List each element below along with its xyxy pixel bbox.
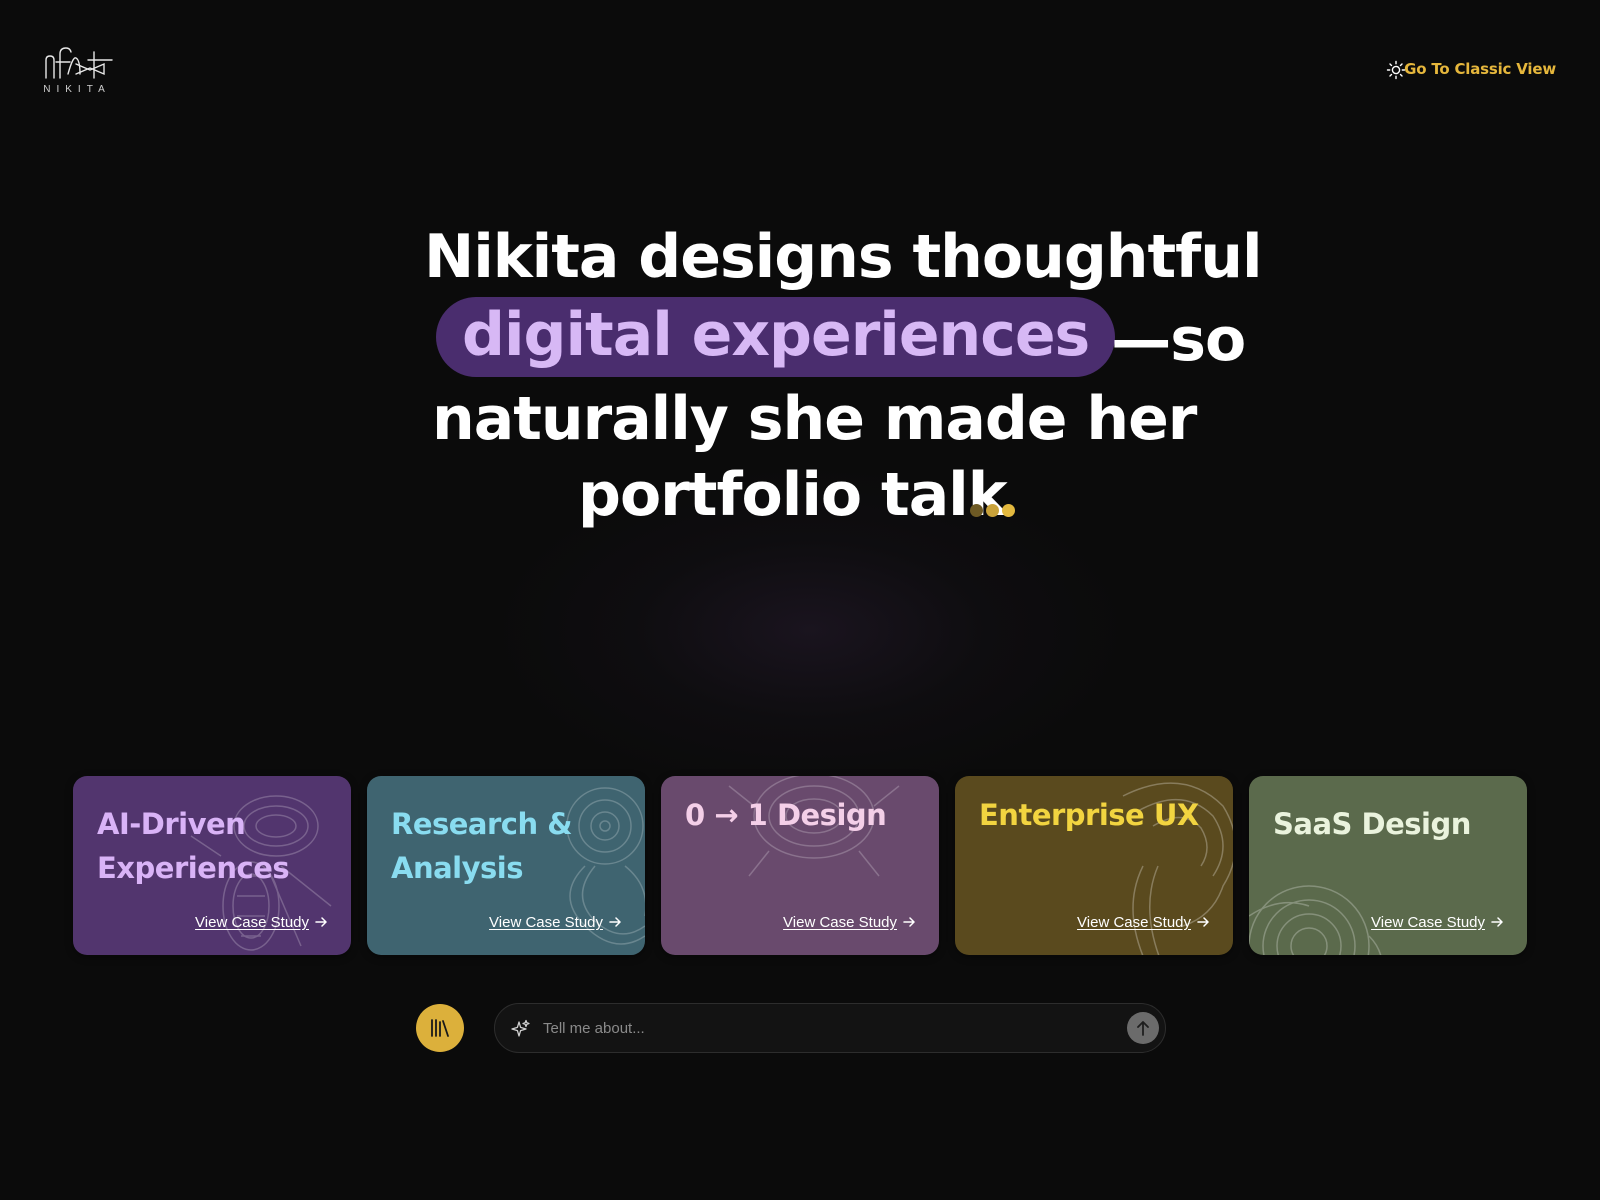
card-title: Enterprise UX — [979, 798, 1199, 832]
arrow-up-icon — [1137, 1021, 1149, 1036]
view-case-study-link[interactable]: View Case Study — [489, 914, 621, 931]
view-case-study-link[interactable]: View Case Study — [195, 914, 327, 931]
case-study-cards: AI-Driven Experiences View Case Study Re… — [73, 776, 1527, 956]
card-title: SaaS Design — [1273, 807, 1471, 841]
library-button[interactable] — [416, 1004, 464, 1052]
library-icon — [431, 1019, 449, 1037]
send-button[interactable] — [1127, 1012, 1159, 1044]
headline-line-1: Nikita designs thoughtful — [424, 222, 1263, 292]
view-case-study-label: View Case Study — [195, 914, 309, 931]
typing-dots-icon — [970, 504, 1016, 518]
headline-line-3: naturally she made her — [432, 384, 1197, 454]
arrow-right-icon — [609, 917, 621, 927]
headline-suffix: —so — [1111, 305, 1246, 376]
headline-line-2: digital experiences —so — [436, 297, 1246, 378]
card-title: Research & Analysis — [391, 807, 573, 885]
sparkle-icon — [511, 1019, 530, 1037]
view-case-study-link[interactable]: View Case Study — [783, 914, 915, 931]
classic-view-link[interactable]: Go To Classic View — [1404, 60, 1556, 78]
chat-input[interactable] — [543, 1012, 1103, 1044]
view-case-study-link[interactable]: View Case Study — [1371, 914, 1503, 931]
paisley-pattern-icon — [1249, 885, 1382, 955]
card-title: AI-Driven Experiences — [97, 807, 290, 885]
chat-input-box — [494, 1003, 1166, 1053]
arrow-right-icon — [315, 917, 327, 927]
card-enterprise-ux[interactable]: Enterprise UX View Case Study — [955, 776, 1233, 955]
arrow-right-icon — [903, 917, 915, 927]
portfolio-page: NIKITA Go To Classic View Nikita designs… — [0, 0, 1600, 1200]
arrow-right-icon — [1197, 917, 1209, 927]
card-research-analysis[interactable]: Research & Analysis View Case Study — [367, 776, 645, 955]
view-case-study-label: View Case Study — [489, 914, 603, 931]
card-title: 0 → 1 Design — [685, 798, 887, 832]
arrow-right-icon — [1491, 917, 1503, 927]
headline-line-4: portfolio talk — [578, 460, 1008, 530]
headline-highlight: digital experiences — [436, 297, 1116, 378]
view-case-study-link[interactable]: View Case Study — [1077, 914, 1209, 931]
sun-icon[interactable] — [1386, 60, 1406, 80]
card-saas-design[interactable]: SaaS Design View Case Study — [1249, 776, 1527, 955]
view-case-study-label: View Case Study — [783, 914, 897, 931]
view-case-study-label: View Case Study — [1371, 914, 1485, 931]
view-case-study-label: View Case Study — [1077, 914, 1191, 931]
card-ai-driven-experiences[interactable]: AI-Driven Experiences View Case Study — [73, 776, 351, 955]
logo-wordmark: NIKITA — [43, 84, 111, 95]
card-zero-to-one-design[interactable]: 0 → 1 Design View Case Study — [661, 776, 939, 955]
